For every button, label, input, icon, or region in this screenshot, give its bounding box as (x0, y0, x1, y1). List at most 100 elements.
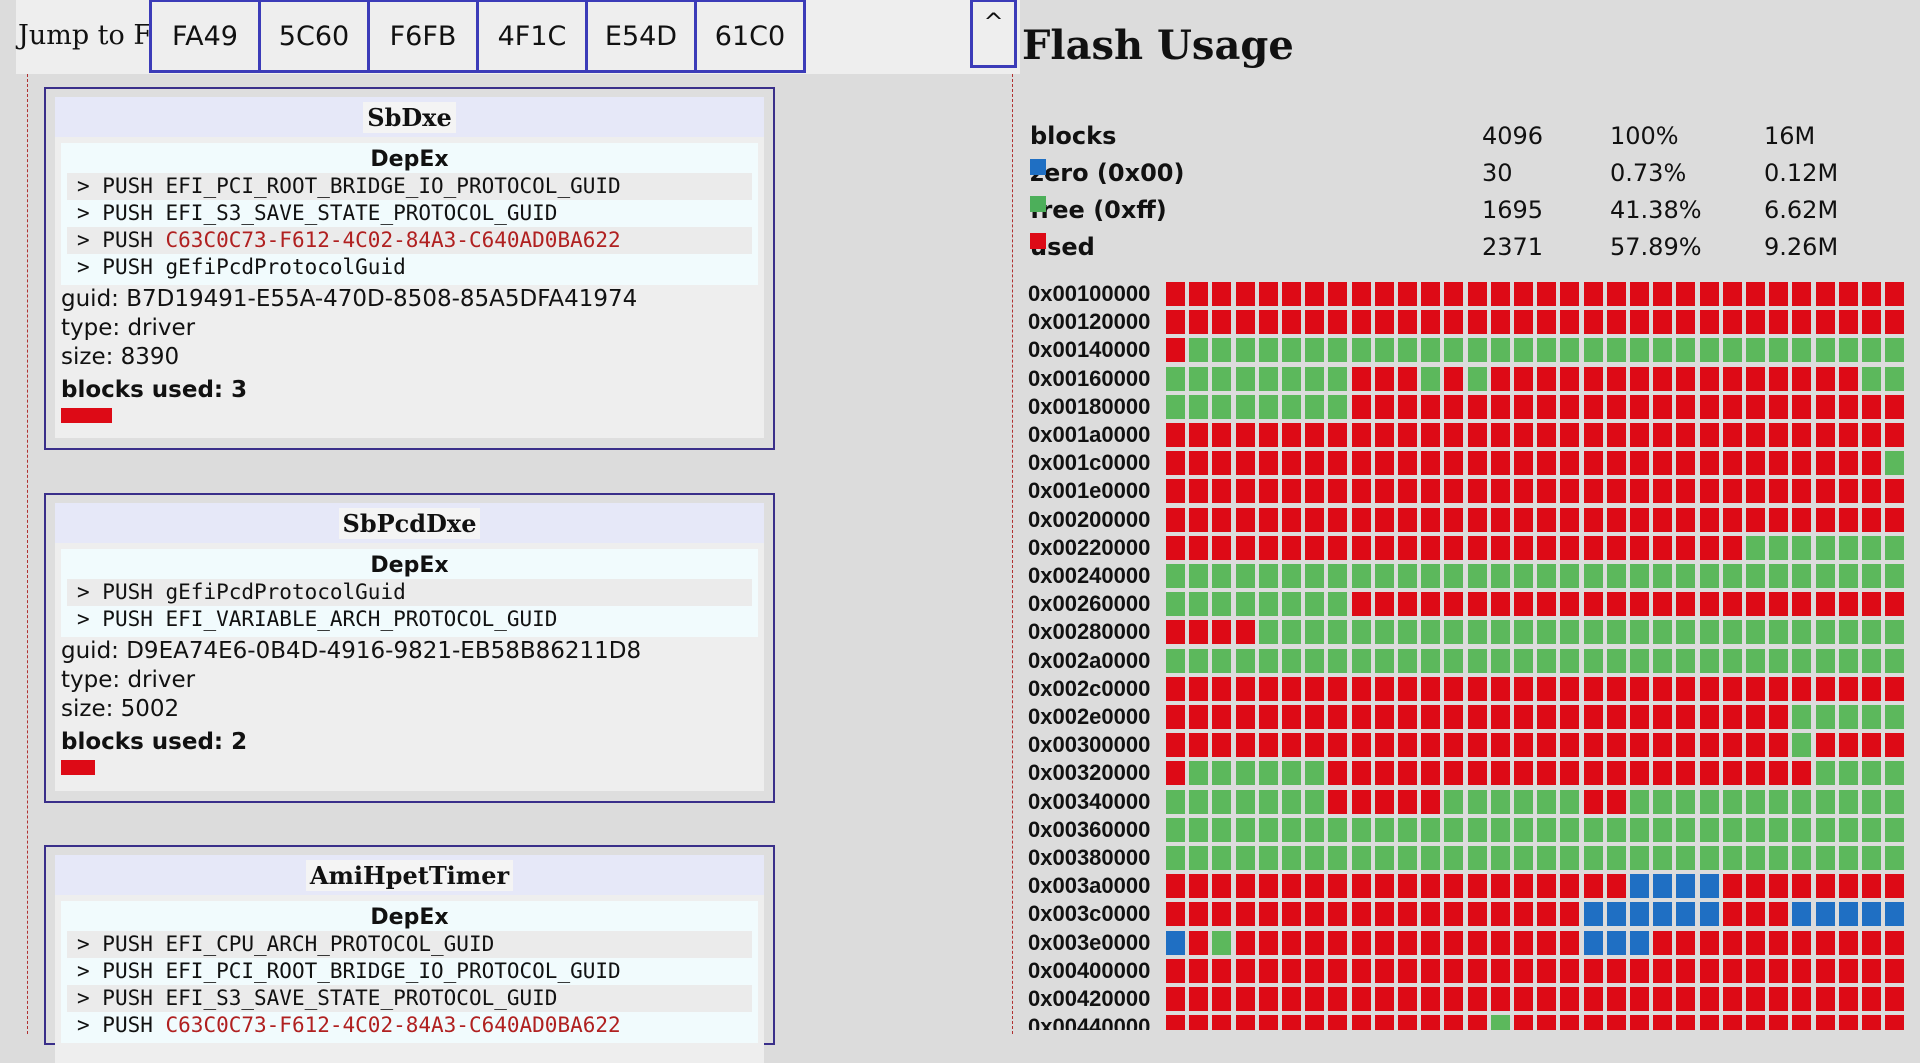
flash-block[interactable] (1630, 282, 1649, 306)
flash-block[interactable] (1583, 902, 1603, 927)
flash-block[interactable] (1421, 423, 1441, 447)
flash-block[interactable] (1189, 282, 1209, 306)
flash-block[interactable] (1444, 282, 1464, 306)
flash-block[interactable] (1537, 507, 1557, 532)
flash-block[interactable] (1467, 648, 1487, 673)
flash-block[interactable] (1351, 648, 1371, 673)
flash-block[interactable] (1421, 817, 1441, 842)
flash-block[interactable] (1676, 479, 1696, 504)
flash-block[interactable] (1235, 535, 1255, 560)
flash-block[interactable] (1305, 987, 1325, 1011)
flash-block[interactable] (1746, 902, 1765, 927)
flash-block[interactable] (1305, 958, 1325, 983)
flash-block[interactable] (1630, 366, 1649, 391)
flash-block[interactable] (1583, 423, 1603, 447)
flash-block[interactable] (1630, 930, 1649, 955)
flash-block[interactable] (1467, 874, 1487, 899)
flash-block[interactable] (1166, 451, 1185, 476)
flash-block[interactable] (1653, 1015, 1673, 1030)
flash-block[interactable] (1560, 705, 1580, 729)
flash-block[interactable] (1862, 564, 1881, 588)
flash-block[interactable] (1769, 958, 1789, 983)
flash-block[interactable] (1792, 423, 1812, 447)
flash-block[interactable] (1258, 310, 1278, 335)
flash-block[interactable] (1235, 705, 1255, 729)
flash-block[interactable] (1166, 902, 1185, 927)
flash-block[interactable] (1305, 817, 1325, 842)
flash-block[interactable] (1746, 310, 1765, 335)
flash-block[interactable] (1862, 535, 1881, 560)
flash-block[interactable] (1630, 507, 1649, 532)
flash-block[interactable] (1699, 958, 1719, 983)
flash-block[interactable] (1490, 733, 1510, 758)
flash-block[interactable] (1746, 987, 1765, 1011)
flash-block[interactable] (1699, 366, 1719, 391)
flash-block[interactable] (1583, 930, 1603, 955)
flash-block[interactable] (1258, 930, 1278, 955)
flash-block[interactable] (1769, 620, 1789, 645)
flash-block[interactable] (1885, 817, 1905, 842)
flash-block[interactable] (1792, 648, 1812, 673)
flash-block[interactable] (1560, 676, 1580, 701)
flash-block[interactable] (1630, 451, 1649, 476)
flash-block[interactable] (1212, 1015, 1232, 1030)
flash-block[interactable] (1792, 705, 1812, 729)
flash-block[interactable] (1792, 676, 1812, 701)
flash-block[interactable] (1467, 451, 1487, 476)
flash-block[interactable] (1374, 338, 1394, 363)
flash-block[interactable] (1537, 366, 1557, 391)
flash-block[interactable] (1792, 394, 1812, 419)
flash-block[interactable] (1235, 366, 1255, 391)
flash-block[interactable] (1630, 620, 1649, 645)
flash-block[interactable] (1676, 451, 1696, 476)
flash-block[interactable] (1838, 507, 1858, 532)
flash-block[interactable] (1769, 564, 1789, 588)
flash-block[interactable] (1282, 507, 1301, 532)
flash-block[interactable] (1328, 761, 1348, 786)
flash-block[interactable] (1374, 733, 1394, 758)
flash-block[interactable] (1328, 592, 1348, 617)
flash-block[interactable] (1258, 620, 1278, 645)
flash-block[interactable] (1699, 423, 1719, 447)
flash-block[interactable] (1537, 592, 1557, 617)
flash-block[interactable] (1514, 535, 1533, 560)
flash-block[interactable] (1699, 282, 1719, 306)
flash-block[interactable] (1699, 648, 1719, 673)
flash-block[interactable] (1189, 874, 1209, 899)
flash-block[interactable] (1258, 648, 1278, 673)
flash-block[interactable] (1722, 338, 1742, 363)
flash-block[interactable] (1282, 789, 1301, 814)
flash-block[interactable] (1792, 338, 1812, 363)
flash-block[interactable] (1792, 310, 1812, 335)
flash-block[interactable] (1699, 338, 1719, 363)
flash-block[interactable] (1305, 592, 1325, 617)
flash-block[interactable] (1792, 1015, 1812, 1030)
flash-block[interactable] (1398, 310, 1417, 335)
flash-block[interactable] (1398, 620, 1417, 645)
flash-block[interactable] (1305, 479, 1325, 504)
flash-block[interactable] (1560, 733, 1580, 758)
flash-block[interactable] (1537, 676, 1557, 701)
flash-block[interactable] (1746, 564, 1765, 588)
flash-block[interactable] (1792, 902, 1812, 927)
flash-block[interactable] (1769, 479, 1789, 504)
flash-block[interactable] (1653, 705, 1673, 729)
flash-block[interactable] (1444, 930, 1464, 955)
flash-block[interactable] (1467, 733, 1487, 758)
flash-block[interactable] (1606, 874, 1626, 899)
flash-block[interactable] (1653, 451, 1673, 476)
flash-block[interactable] (1166, 817, 1185, 842)
flash-block[interactable] (1189, 451, 1209, 476)
flash-block[interactable] (1258, 507, 1278, 532)
flash-block[interactable] (1838, 338, 1858, 363)
flash-block[interactable] (1490, 423, 1510, 447)
flash-block[interactable] (1258, 423, 1278, 447)
flash-block[interactable] (1351, 282, 1371, 306)
flash-block[interactable] (1699, 705, 1719, 729)
flash-block[interactable] (1282, 676, 1301, 701)
flash-block[interactable] (1282, 338, 1301, 363)
flash-block[interactable] (1769, 902, 1789, 927)
flash-block[interactable] (1699, 1015, 1719, 1030)
flash-block[interactable] (1630, 987, 1649, 1011)
flash-block[interactable] (1746, 366, 1765, 391)
